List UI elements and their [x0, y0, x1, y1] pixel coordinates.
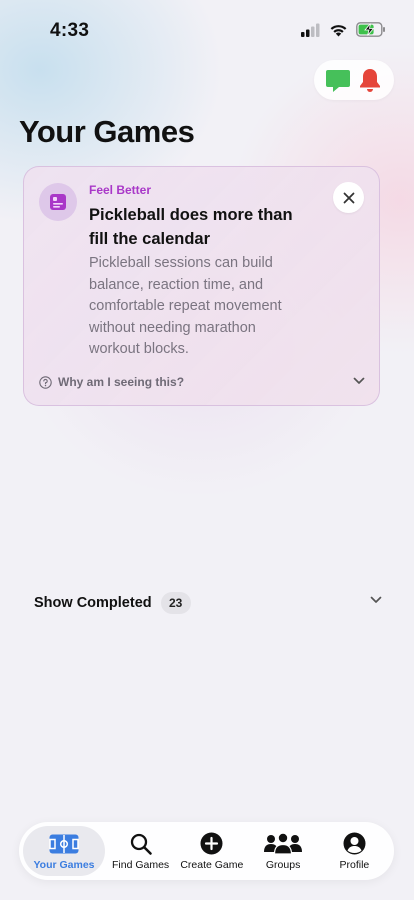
wifi-icon — [330, 24, 347, 36]
tab-create-game[interactable]: Create Game — [176, 826, 247, 876]
tab-label: Groups — [265, 858, 301, 871]
tab-your-games[interactable]: Your Games — [23, 826, 105, 876]
plus-circle-icon — [200, 832, 223, 855]
tab-profile[interactable]: Profile — [319, 826, 390, 876]
card-icon-badge — [39, 183, 77, 221]
tab-label: Find Games — [111, 858, 170, 871]
tab-find-games[interactable]: Find Games — [105, 826, 176, 876]
dismiss-card-button[interactable] — [333, 182, 364, 213]
header-actions — [314, 60, 394, 100]
tab-bar: Your Games Find Games Create Game Groups… — [19, 822, 394, 880]
tab-groups[interactable]: Groups — [247, 826, 318, 876]
battery-charging-icon — [356, 22, 385, 37]
tab-label: Create Game — [180, 858, 244, 871]
people-icon — [264, 832, 303, 855]
notifications-button[interactable] — [356, 66, 384, 94]
status-bar: 4:33 — [0, 0, 414, 54]
card-body: Pickleball sessions can build balance, r… — [89, 255, 282, 358]
page-title: Your Games — [19, 114, 195, 149]
show-completed-toggle[interactable]: Show Completed 23 — [34, 590, 382, 616]
tab-label: Your Games — [33, 858, 95, 871]
card-category: Feel Better — [89, 183, 152, 197]
note-icon — [50, 194, 66, 210]
status-icons — [301, 22, 386, 37]
person-circle-icon — [343, 832, 366, 855]
chevron-down-icon[interactable] — [353, 377, 365, 385]
tab-label: Profile — [339, 858, 370, 871]
why-seeing-this-toggle[interactable]: Why am I seeing this? — [39, 375, 184, 389]
bell-icon — [360, 69, 380, 92]
messages-button[interactable] — [324, 66, 352, 94]
why-seeing-this-label: Why am I seeing this? — [58, 375, 185, 389]
search-icon — [130, 833, 152, 855]
card-headline: Pickleball does more than fill the calen… — [89, 206, 293, 248]
show-completed-label: Show Completed — [34, 595, 152, 611]
chevron-down-icon — [370, 596, 382, 603]
completed-count-badge: 23 — [160, 592, 191, 614]
close-icon — [343, 192, 354, 203]
question-circle-icon — [39, 375, 52, 389]
status-time: 4:33 — [50, 20, 90, 41]
chat-bubble-icon — [326, 69, 350, 92]
court-icon — [49, 834, 79, 853]
insight-card: Feel Better Pickleball does more than fi… — [23, 166, 380, 406]
cellular-signal-icon — [301, 23, 320, 37]
